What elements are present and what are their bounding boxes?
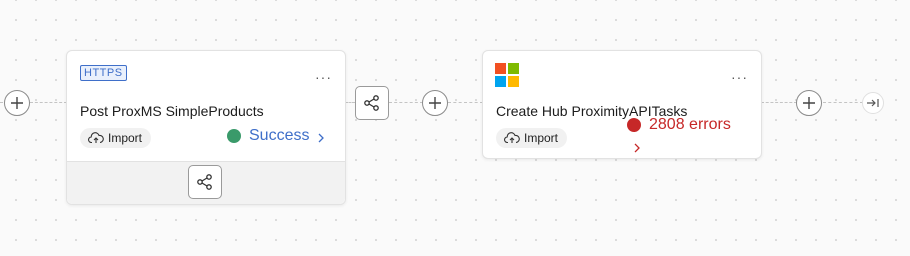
- status-dot: [627, 118, 641, 132]
- plus-icon: [429, 97, 441, 109]
- https-badge: HTTPS: [80, 65, 127, 81]
- branch-button[interactable]: [188, 165, 222, 199]
- add-step-button[interactable]: [796, 90, 822, 116]
- status-text: 2808 errors: [649, 116, 731, 133]
- connector-line: [389, 102, 423, 103]
- step-card-create-hub[interactable]: ··· Create Hub ProximityAPITasks Import …: [482, 50, 762, 159]
- plus-icon: [803, 97, 815, 109]
- import-button[interactable]: Import: [80, 128, 152, 148]
- cloud-upload-icon: [504, 132, 520, 144]
- chevron-right-icon: [634, 143, 640, 153]
- import-label: Import: [108, 131, 143, 145]
- import-label: Import: [524, 131, 559, 145]
- add-step-button[interactable]: [422, 90, 448, 116]
- connector-line: [345, 102, 355, 103]
- more-options-button[interactable]: ···: [731, 69, 748, 85]
- connector-line: [823, 102, 863, 103]
- status-indicator[interactable]: Success: [227, 127, 325, 145]
- status-text: Success: [249, 127, 310, 144]
- branch-icon: [197, 174, 212, 190]
- add-step-button[interactable]: [4, 90, 30, 116]
- flow-end-node[interactable]: [862, 92, 884, 114]
- cloud-upload-icon: [88, 132, 104, 144]
- connector-line: [761, 102, 797, 103]
- card-footer: [67, 161, 345, 204]
- microsoft-logo-icon: [495, 63, 519, 87]
- more-options-button[interactable]: ···: [315, 69, 332, 85]
- branch-icon: [364, 95, 379, 111]
- status-dot: [227, 129, 241, 143]
- plus-icon: [11, 97, 23, 109]
- connector-line: [448, 102, 483, 103]
- import-button[interactable]: Import: [496, 128, 568, 148]
- step-card-post-proxms[interactable]: HTTPS ··· Post ProxMS SimpleProducts Imp…: [66, 50, 346, 205]
- connector-line: [30, 102, 67, 103]
- branch-button[interactable]: [355, 86, 389, 120]
- chevron-right-icon: [319, 133, 325, 142]
- step-title: Post ProxMS SimpleProducts: [80, 103, 264, 119]
- flow-end-icon: [867, 99, 879, 107]
- status-indicator[interactable]: 2808 errors: [627, 116, 757, 154]
